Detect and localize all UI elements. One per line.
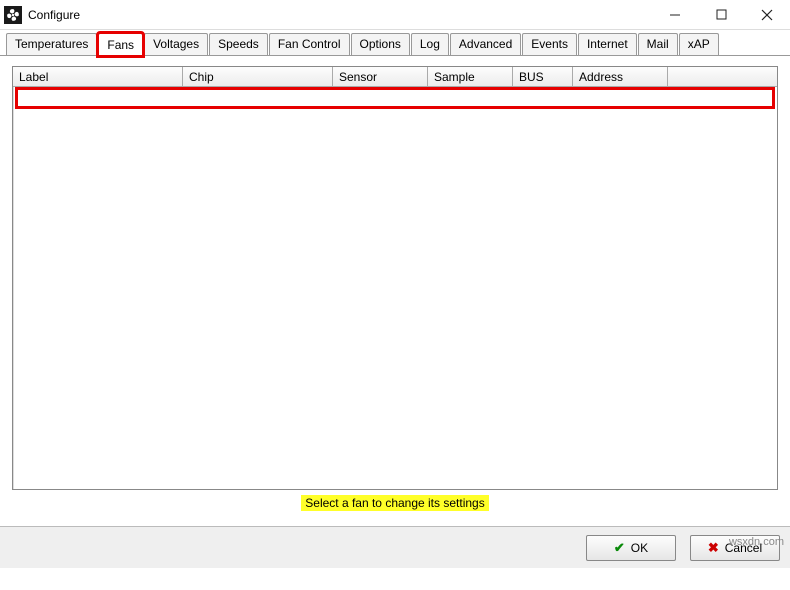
tab-events[interactable]: Events	[522, 33, 577, 55]
ok-label: OK	[631, 541, 648, 555]
grid-body[interactable]	[13, 87, 777, 489]
ok-button[interactable]: ✔ OK	[586, 535, 676, 561]
minimize-button[interactable]	[652, 0, 698, 29]
tab-temperatures[interactable]: Temperatures	[6, 33, 97, 55]
tab-advanced[interactable]: Advanced	[450, 33, 521, 55]
tab-fans[interactable]: Fans	[98, 33, 143, 56]
close-button[interactable]	[744, 0, 790, 29]
tab-voltages[interactable]: Voltages	[144, 33, 208, 55]
window-controls	[652, 0, 790, 29]
tab-internet[interactable]: Internet	[578, 33, 637, 55]
hint-text: Select a fan to change its settings	[301, 495, 488, 511]
column-bus[interactable]: BUS	[513, 67, 573, 86]
check-icon: ✔	[614, 540, 625, 556]
tab-content: Label Chip Sensor Sample BUS Address Sel…	[0, 56, 790, 526]
hint-bar: Select a fan to change its settings	[12, 490, 778, 520]
selected-row-highlight	[15, 87, 775, 109]
tabstrip: Temperatures Fans Voltages Speeds Fan Co…	[0, 30, 790, 56]
column-sample[interactable]: Sample	[428, 67, 513, 86]
grid-header: Label Chip Sensor Sample BUS Address	[13, 67, 777, 87]
tab-fan-control[interactable]: Fan Control	[269, 33, 350, 55]
column-address[interactable]: Address	[573, 67, 668, 86]
tab-options[interactable]: Options	[351, 33, 410, 55]
app-icon	[4, 6, 22, 24]
column-chip[interactable]: Chip	[183, 67, 333, 86]
column-sensor[interactable]: Sensor	[333, 67, 428, 86]
tab-xap[interactable]: xAP	[679, 33, 719, 55]
fans-grid: Label Chip Sensor Sample BUS Address	[12, 66, 778, 490]
tab-mail[interactable]: Mail	[638, 33, 678, 55]
tab-speeds[interactable]: Speeds	[209, 33, 268, 55]
column-label[interactable]: Label	[13, 67, 183, 86]
window-title: Configure	[28, 8, 80, 22]
titlebar: Configure	[0, 0, 790, 30]
dialog-buttons: ✔ OK ✖ Cancel	[0, 526, 790, 568]
watermark: wsxdn.com	[729, 536, 784, 548]
tab-log[interactable]: Log	[411, 33, 449, 55]
maximize-button[interactable]	[698, 0, 744, 29]
close-icon: ✖	[708, 540, 719, 556]
column-filler	[668, 67, 777, 86]
